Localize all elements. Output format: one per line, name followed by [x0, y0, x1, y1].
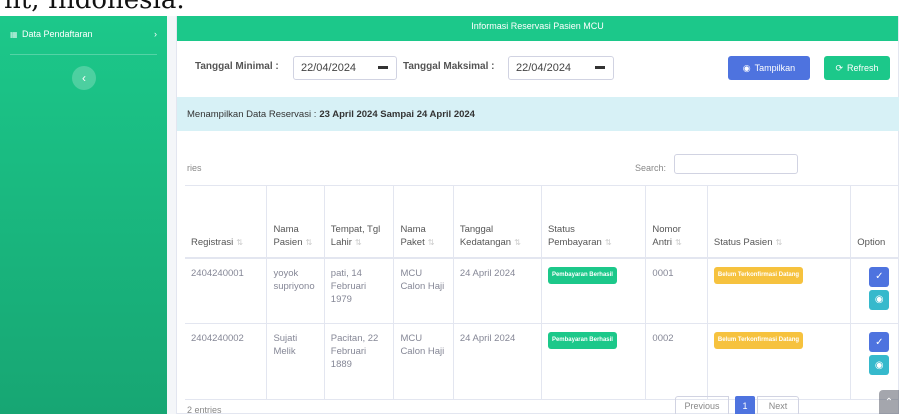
min-date-input[interactable]: 22/04/2024 ▬	[293, 56, 397, 80]
cell-status: Belum Terkonfirmasi Datang	[706, 257, 851, 324]
column-header[interactable]: Tempat, Tgl Lahir ⇅	[323, 185, 394, 259]
entries-label: ries	[187, 163, 202, 173]
calendar-icon[interactable]: ▬	[378, 61, 388, 72]
reservation-table: Registrasi ⇅ Nama Pasien ⇅ Tempat, Tgl Lah…	[185, 185, 899, 400]
search-label: Search:	[635, 163, 667, 173]
pagination-page-1[interactable]: 1	[735, 396, 755, 414]
confirm-button[interactable]: ✓	[869, 266, 890, 287]
sort-icon: ⇅	[775, 237, 783, 247]
eye-icon: ◉	[874, 294, 884, 305]
column-header[interactable]: Tanggal Kedatangan ⇅	[452, 185, 542, 259]
view-button[interactable]: ◉	[869, 355, 890, 375]
cell-paket: MCU Calon Haji	[393, 257, 454, 324]
column-header[interactable]: Status Pembayaran ⇅	[540, 185, 646, 259]
cell-option: ✓ ◉	[850, 257, 899, 324]
info-prefix: Menampilkan Data Reservasi :	[187, 108, 317, 120]
refresh-icon: ⟳	[835, 62, 844, 73]
sort-icon: ⇅	[604, 237, 612, 247]
caption-strip: nt, Indonesia.	[0, 0, 899, 16]
pagination-previous[interactable]: Previous	[675, 396, 729, 414]
min-date-label: Tanggal Minimal :	[195, 61, 279, 72]
view-button[interactable]: ◉	[869, 289, 890, 310]
info-bar: Menampilkan Data Reservasi : 23 April 20…	[177, 97, 899, 131]
max-date-value: 22/04/2024	[516, 62, 572, 74]
cell-registrasi: 2404240001	[185, 257, 267, 324]
cell-registrasi: 2404240002	[185, 323, 267, 400]
show-button[interactable]: ◉ Tampilkan	[728, 56, 810, 80]
eye-icon: ◉	[742, 62, 751, 73]
column-header[interactable]: Nama Paket ⇅	[393, 185, 454, 259]
cell-nama: Sujati Melik	[266, 323, 325, 400]
cell-antri: 0001	[645, 257, 708, 324]
cell-option: ✓ ◉	[850, 323, 899, 400]
page: nt, Indonesia. Interface ▦ Data Pendafta…	[0, 0, 899, 414]
sidebar: Interface ▦ Data Pendaftaran › ‹	[0, 9, 167, 414]
cell-tanggal: 24 April 2024	[452, 323, 542, 400]
min-date-value: 22/04/2024	[301, 62, 357, 74]
table-icon: ▦	[10, 29, 18, 39]
sort-icon: ⇅	[305, 237, 313, 247]
column-header[interactable]: Nama Pasien ⇅	[266, 185, 325, 259]
cell-pembayaran: Pembayaran Berhasil	[540, 257, 646, 324]
max-date-label: Tanggal Maksimal :	[403, 61, 495, 72]
calendar-icon[interactable]: ▬	[595, 61, 605, 72]
sort-icon: ⇅	[674, 237, 682, 247]
pagination-next[interactable]: Next	[757, 396, 799, 414]
cell-tanggal: 24 April 2024	[452, 257, 542, 324]
cell-nama: yoyok supriyono	[266, 257, 325, 324]
column-header[interactable]: Nomor Antri ⇅	[645, 185, 708, 259]
column-header[interactable]: Registrasi ⇅	[185, 185, 267, 259]
scroll-to-top-button[interactable]: ⌃	[879, 390, 899, 414]
search-input[interactable]	[674, 154, 798, 174]
sidebar-divider	[10, 54, 157, 55]
patient-status-badge: Belum Terkonfirmasi Datang	[713, 266, 804, 284]
reservation-card: Informasi Reservasi Pasien MCU Tanggal M…	[176, 10, 899, 414]
chevron-up-icon: ⌃	[884, 396, 894, 408]
eye-icon: ◉	[874, 359, 884, 371]
info-range: 23 April 2024 Sampai 24 April 2024	[319, 108, 475, 120]
sidebar-item-label: Data Pendaftaran	[22, 29, 93, 39]
sort-icon: ⇅	[514, 237, 521, 247]
chevron-right-icon: ›	[154, 29, 157, 39]
show-button-label: Tampilkan	[754, 63, 796, 73]
check-icon: ✓	[875, 336, 884, 348]
payment-status-badge: Pembayaran Berhasil	[547, 332, 617, 349]
filter-row: Tanggal Minimal : 22/04/2024 ▬ Tanggal M…	[177, 41, 899, 97]
sort-icon: ⇅	[236, 237, 243, 247]
check-icon: ✓	[875, 271, 884, 282]
cell-ttl: pati, 14 Februari 1979	[323, 257, 394, 324]
sort-icon: ⇅	[354, 237, 362, 247]
max-date-input[interactable]: 22/04/2024 ▬	[508, 56, 614, 80]
cell-ttl: Pacitan, 22 Februari 1889	[323, 323, 394, 400]
table-info: 2 entries	[187, 405, 222, 414]
sort-icon: ⇅	[427, 237, 435, 247]
sidebar-item-data-pendaftaran[interactable]: ▦ Data Pendaftaran ›	[10, 26, 157, 42]
table-row: 2404240002 Sujati Melik Pacitan, 22 Febr…	[185, 323, 899, 400]
column-header[interactable]: Status Pasien ⇅	[706, 185, 851, 259]
sidebar-heading: Interface	[12, 9, 44, 18]
patient-status-badge: Belum Terkonfirmasi Datang	[713, 332, 804, 349]
column-header: Option	[850, 185, 899, 259]
cell-status: Belum Terkonfirmasi Datang	[706, 323, 851, 400]
cell-paket: MCU Calon Haji	[393, 323, 454, 400]
refresh-button[interactable]: ⟳ Refresh	[824, 56, 890, 80]
payment-status-badge: Pembayaran Berhasil	[547, 266, 617, 284]
table-row: 2404240001 yoyok supriyono pati, 14 Febr…	[185, 257, 899, 324]
confirm-button[interactable]: ✓	[869, 332, 890, 352]
cell-antri: 0002	[645, 323, 708, 400]
cell-pembayaran: Pembayaran Berhasil	[540, 323, 646, 400]
sidebar-toggle-button[interactable]: ‹	[72, 66, 96, 90]
refresh-button-label: Refresh	[847, 63, 879, 73]
